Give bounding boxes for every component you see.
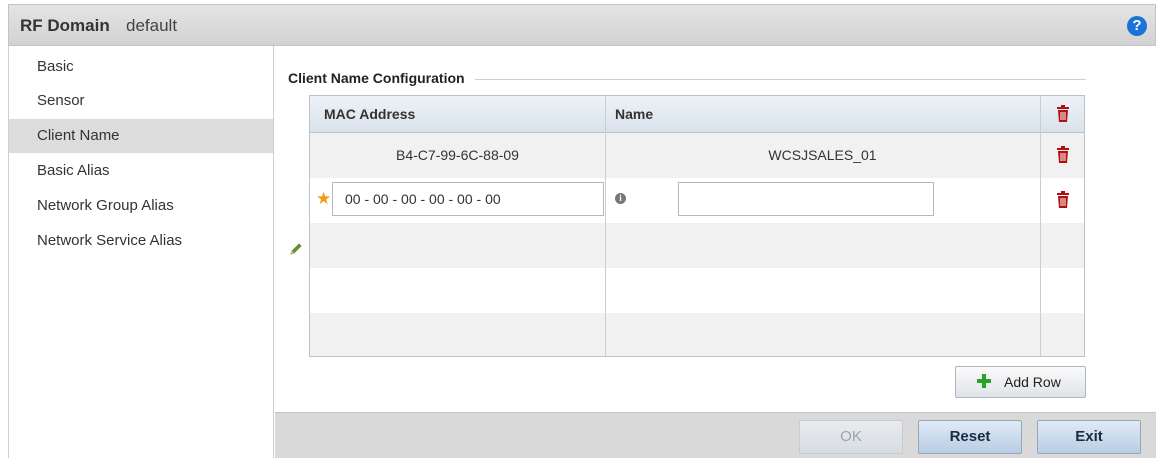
delete-all-icon[interactable] xyxy=(1056,105,1070,123)
section-title: Client Name Configuration xyxy=(288,70,475,86)
delete-row-icon[interactable] xyxy=(1056,191,1070,209)
name-cell: WCSJSALES_01 xyxy=(768,147,877,163)
table-header: MAC Address Name xyxy=(310,96,1084,133)
mac-address-input[interactable] xyxy=(332,182,604,216)
ok-button[interactable]: OK xyxy=(799,420,903,454)
empty-row xyxy=(310,223,1084,268)
plus-icon xyxy=(977,374,991,388)
table-row-editable: ★ i xyxy=(310,178,1084,223)
column-divider xyxy=(605,96,606,356)
sidebar-item-network-service-alias[interactable]: Network Service Alias xyxy=(9,224,273,258)
column-header-name[interactable]: Name xyxy=(615,96,653,133)
pencil-icon xyxy=(290,243,302,255)
sidebar-item-sensor[interactable]: Sensor xyxy=(9,84,273,118)
empty-row xyxy=(310,268,1084,313)
info-icon[interactable]: i xyxy=(615,193,626,204)
page-title: RF Domain xyxy=(20,16,110,35)
help-icon[interactable]: ? xyxy=(1127,16,1147,36)
client-name-table: MAC Address Name B4-C7-99-6C-88-09 WCSJS… xyxy=(309,95,1085,357)
exit-button[interactable]: Exit xyxy=(1037,420,1141,454)
sidebar: Basic Sensor Client Name Basic Alias Net… xyxy=(8,46,274,458)
add-row-label: Add Row xyxy=(1004,374,1061,390)
sidebar-item-basic-alias[interactable]: Basic Alias xyxy=(9,154,273,188)
delete-row-icon[interactable] xyxy=(1056,146,1070,164)
add-row-button[interactable]: Add Row xyxy=(955,366,1086,398)
column-divider xyxy=(1040,96,1041,356)
footer-bar: OK Reset Exit xyxy=(275,412,1156,458)
sidebar-item-basic[interactable]: Basic xyxy=(9,50,273,84)
client-name-input[interactable] xyxy=(678,182,934,216)
sidebar-item-network-group-alias[interactable]: Network Group Alias xyxy=(9,189,273,223)
required-star-icon: ★ xyxy=(316,189,332,208)
page-subtitle: default xyxy=(126,16,178,35)
reset-button[interactable]: Reset xyxy=(918,420,1022,454)
title-bar: RF Domain default ? xyxy=(8,4,1156,46)
column-header-mac-address[interactable]: MAC Address xyxy=(324,96,415,133)
table-row[interactable]: B4-C7-99-6C-88-09 WCSJSALES_01 xyxy=(310,133,1084,178)
mac-address-cell: B4-C7-99-6C-88-09 xyxy=(396,147,519,163)
sidebar-item-client-name[interactable]: Client Name xyxy=(9,119,273,153)
empty-row xyxy=(310,313,1084,356)
